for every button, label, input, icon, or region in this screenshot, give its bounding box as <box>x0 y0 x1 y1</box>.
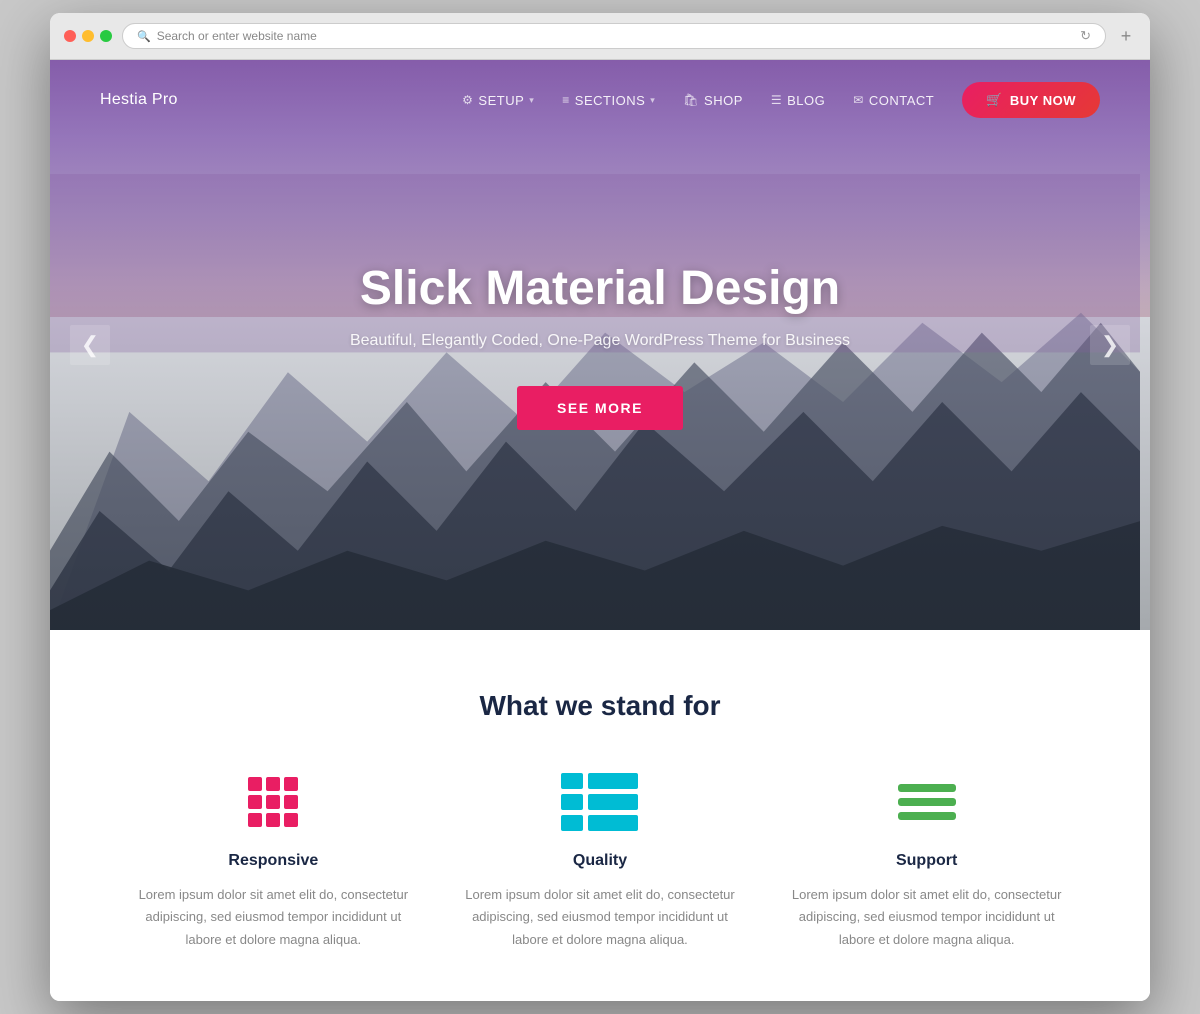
feature-name-responsive: Responsive <box>130 852 417 870</box>
icon-line-2 <box>898 798 956 806</box>
setup-icon: ⚙ <box>462 93 473 107</box>
shop-icon: 🛍 <box>683 93 699 107</box>
nav-item-sections[interactable]: ≡ SECTIONS ▾ <box>562 93 655 108</box>
url-bar-text: Search or enter website name <box>157 29 317 43</box>
sections-icon: ≡ <box>562 93 570 107</box>
close-button[interactable] <box>64 30 76 42</box>
features-grid: Responsive Lorem ipsum dolor sit amet el… <box>130 772 1070 950</box>
features-section-title: What we stand for <box>130 690 1070 722</box>
feature-desc-quality: Lorem ipsum dolor sit amet elit do, cons… <box>457 884 744 950</box>
browser-window: 🔍 Search or enter website name ↻ + <box>50 13 1150 1000</box>
chevron-down-icon-2: ▾ <box>650 95 655 106</box>
table-row-1 <box>561 773 638 789</box>
cart-icon: 🛒 <box>986 92 1003 108</box>
features-section: What we stand for <box>50 630 1150 1000</box>
contact-icon: ✉ <box>853 93 864 107</box>
nav-label-sections: SECTIONS <box>575 93 645 108</box>
feature-desc-support: Lorem ipsum dolor sit amet elit do, cons… <box>783 884 1070 950</box>
table-row-2 <box>561 794 638 810</box>
support-icon <box>898 784 956 820</box>
navbar: Hestia Pro ⚙ SETUP ▾ ≡ SECTIONS ▾ 🛍 SHO <box>50 60 1150 140</box>
hero-title: Slick Material Design <box>350 261 850 316</box>
grid-dot <box>284 795 298 809</box>
nav-label-setup: SETUP <box>478 93 524 108</box>
nav-label-blog: BLOG <box>787 93 825 108</box>
prev-arrow-icon: ❮ <box>81 332 99 358</box>
table-cell <box>588 773 638 789</box>
next-arrow-icon: ❯ <box>1101 332 1119 358</box>
table-row-3 <box>561 815 638 831</box>
url-bar[interactable]: 🔍 Search or enter website name ↻ <box>122 23 1106 49</box>
feature-name-support: Support <box>783 852 1070 870</box>
feature-item-quality: Quality Lorem ipsum dolor sit amet elit … <box>457 772 744 950</box>
chevron-down-icon: ▾ <box>529 95 534 106</box>
hero-prev-button[interactable]: ❮ <box>70 325 110 365</box>
grid-dot <box>248 777 262 791</box>
grid-dot <box>266 795 280 809</box>
quality-icon-wrap <box>457 772 744 832</box>
support-icon-wrap <box>783 772 1070 832</box>
website-content: Hestia Pro ⚙ SETUP ▾ ≡ SECTIONS ▾ 🛍 SHO <box>50 60 1150 1000</box>
icon-line-3 <box>898 812 956 820</box>
table-cell <box>588 794 638 810</box>
responsive-icon-wrap <box>130 772 417 832</box>
new-tab-button[interactable]: + <box>1116 26 1136 46</box>
grid-dot <box>248 813 262 827</box>
refresh-icon[interactable]: ↻ <box>1080 28 1091 44</box>
nav-label-contact: CONTACT <box>869 93 934 108</box>
table-cell <box>561 773 583 789</box>
hero-section: Hestia Pro ⚙ SETUP ▾ ≡ SECTIONS ▾ 🛍 SHO <box>50 60 1150 630</box>
buy-btn-label: BUY NOW <box>1010 93 1076 108</box>
icon-line-1 <box>898 784 956 792</box>
nav-brand: Hestia Pro <box>100 91 178 109</box>
nav-label-shop: SHOP <box>704 93 743 108</box>
feature-desc-responsive: Lorem ipsum dolor sit amet elit do, cons… <box>130 884 417 950</box>
maximize-button[interactable] <box>100 30 112 42</box>
buy-now-button[interactable]: 🛒 BUY NOW <box>962 82 1100 118</box>
grid-dot <box>284 777 298 791</box>
nav-item-shop[interactable]: 🛍 SHOP <box>683 93 743 108</box>
responsive-icon <box>248 777 298 827</box>
nav-item-blog[interactable]: ☰ BLOG <box>771 93 825 108</box>
search-icon: 🔍 <box>137 30 151 43</box>
table-cell <box>561 794 583 810</box>
hero-cta-button[interactable]: SEE MORE <box>517 386 683 430</box>
hero-content: Slick Material Design Beautiful, Elegant… <box>310 261 890 430</box>
feature-item-support: Support Lorem ipsum dolor sit amet elit … <box>783 772 1070 950</box>
table-cell <box>588 815 638 831</box>
browser-chrome: 🔍 Search or enter website name ↻ + <box>50 13 1150 60</box>
grid-dot <box>266 813 280 827</box>
grid-dot <box>248 795 262 809</box>
grid-dot <box>266 777 280 791</box>
traffic-lights <box>64 30 112 42</box>
blog-icon: ☰ <box>771 93 782 107</box>
quality-icon <box>561 773 638 831</box>
hero-next-button[interactable]: ❯ <box>1090 325 1130 365</box>
nav-links: ⚙ SETUP ▾ ≡ SECTIONS ▾ 🛍 SHOP ☰ <box>462 82 1100 118</box>
table-cell <box>561 815 583 831</box>
grid-dot <box>284 813 298 827</box>
feature-name-quality: Quality <box>457 852 744 870</box>
nav-item-setup[interactable]: ⚙ SETUP ▾ <box>462 93 534 108</box>
hero-subtitle: Beautiful, Elegantly Coded, One-Page Wor… <box>350 332 850 350</box>
feature-item-responsive: Responsive Lorem ipsum dolor sit amet el… <box>130 772 417 950</box>
minimize-button[interactable] <box>82 30 94 42</box>
nav-item-contact[interactable]: ✉ CONTACT <box>853 93 934 108</box>
